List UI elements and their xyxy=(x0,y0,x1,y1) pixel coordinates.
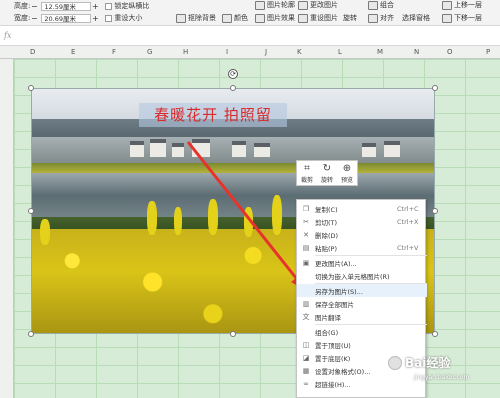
menu-item-9[interactable]: 文图片翻译 xyxy=(297,310,427,323)
delete-icon: ✕ xyxy=(303,230,309,239)
menu-item-3[interactable]: ✕ 删除(D) xyxy=(297,228,427,241)
menu-item-label: 置于顶层(U) xyxy=(315,341,351,350)
hyperlink-icon: ∞ xyxy=(303,379,309,388)
menu-item-shortcut: Ctrl+C xyxy=(397,204,419,213)
baidu-paw-icon xyxy=(388,355,402,370)
menu-item-label: 保存全部图片 xyxy=(315,300,354,309)
menu-item-11[interactable]: ◫ 置于顶层(U) xyxy=(297,338,427,351)
menu-item-label: 组合(G) xyxy=(315,328,339,337)
menu-item-4[interactable]: ▤ 粘贴(P) Ctrl+V xyxy=(297,241,427,254)
menu-item-label: 删除(D) xyxy=(315,231,339,240)
menu-item-2[interactable]: ✂ 剪切(T) Ctrl+X xyxy=(297,215,427,228)
paste-icon: ▤ xyxy=(302,243,310,252)
cut-icon: ✂ xyxy=(303,217,309,226)
menu-item-shortcut: Ctrl+V xyxy=(397,243,419,252)
menu-item-14[interactable]: ∞ 超链接(H)... xyxy=(297,377,427,390)
menu-item-label: 复制(C) xyxy=(315,205,338,214)
menu-item-label: 切换为嵌入单元格图片(R) xyxy=(315,272,390,281)
menu-item-6[interactable]: 切换为嵌入单元格图片(R) xyxy=(297,269,427,282)
arrow-shaft xyxy=(186,141,302,284)
menu-item-5[interactable]: ▣ 更改图片(A)... xyxy=(297,256,427,269)
menu-item-label: 粘贴(P) xyxy=(315,244,337,253)
menu-item-1[interactable]: ❐ 复制(C) Ctrl+C xyxy=(297,202,427,215)
menu-item-7[interactable]: 另存为图片(S)... xyxy=(297,284,427,297)
menu-item-10[interactable]: 组合(G) xyxy=(297,325,427,338)
bring-top-icon: ◫ xyxy=(302,340,310,349)
menu-item-shortcut: Ctrl+X xyxy=(397,217,419,226)
save-all-icon: ▥ xyxy=(302,299,310,308)
menu-item-label: 更改图片(A)... xyxy=(315,259,357,268)
menu-item-label: 设置对象格式(O)... xyxy=(315,367,371,376)
change-picture-icon: ▣ xyxy=(302,258,310,267)
translate-icon: 文 xyxy=(302,312,310,321)
menu-item-label: 另存为图片(S)... xyxy=(315,287,363,296)
send-bottom-icon: ◪ xyxy=(302,353,310,362)
format-icon: ▦ xyxy=(302,366,310,375)
menu-item-label: 置于底层(K) xyxy=(315,354,351,363)
menu-item-label: 剪切(T) xyxy=(315,218,338,227)
baidu-jingyan-watermark: Bai经验 jingyan.baidu.com xyxy=(388,354,469,381)
copy-icon: ❐ xyxy=(302,204,310,213)
menu-item-label: 超链接(H)... xyxy=(315,380,351,389)
menu-item-label: 图片翻译 xyxy=(315,313,341,322)
menu-item-8[interactable]: ▥ 保存全部图片 xyxy=(297,297,427,310)
